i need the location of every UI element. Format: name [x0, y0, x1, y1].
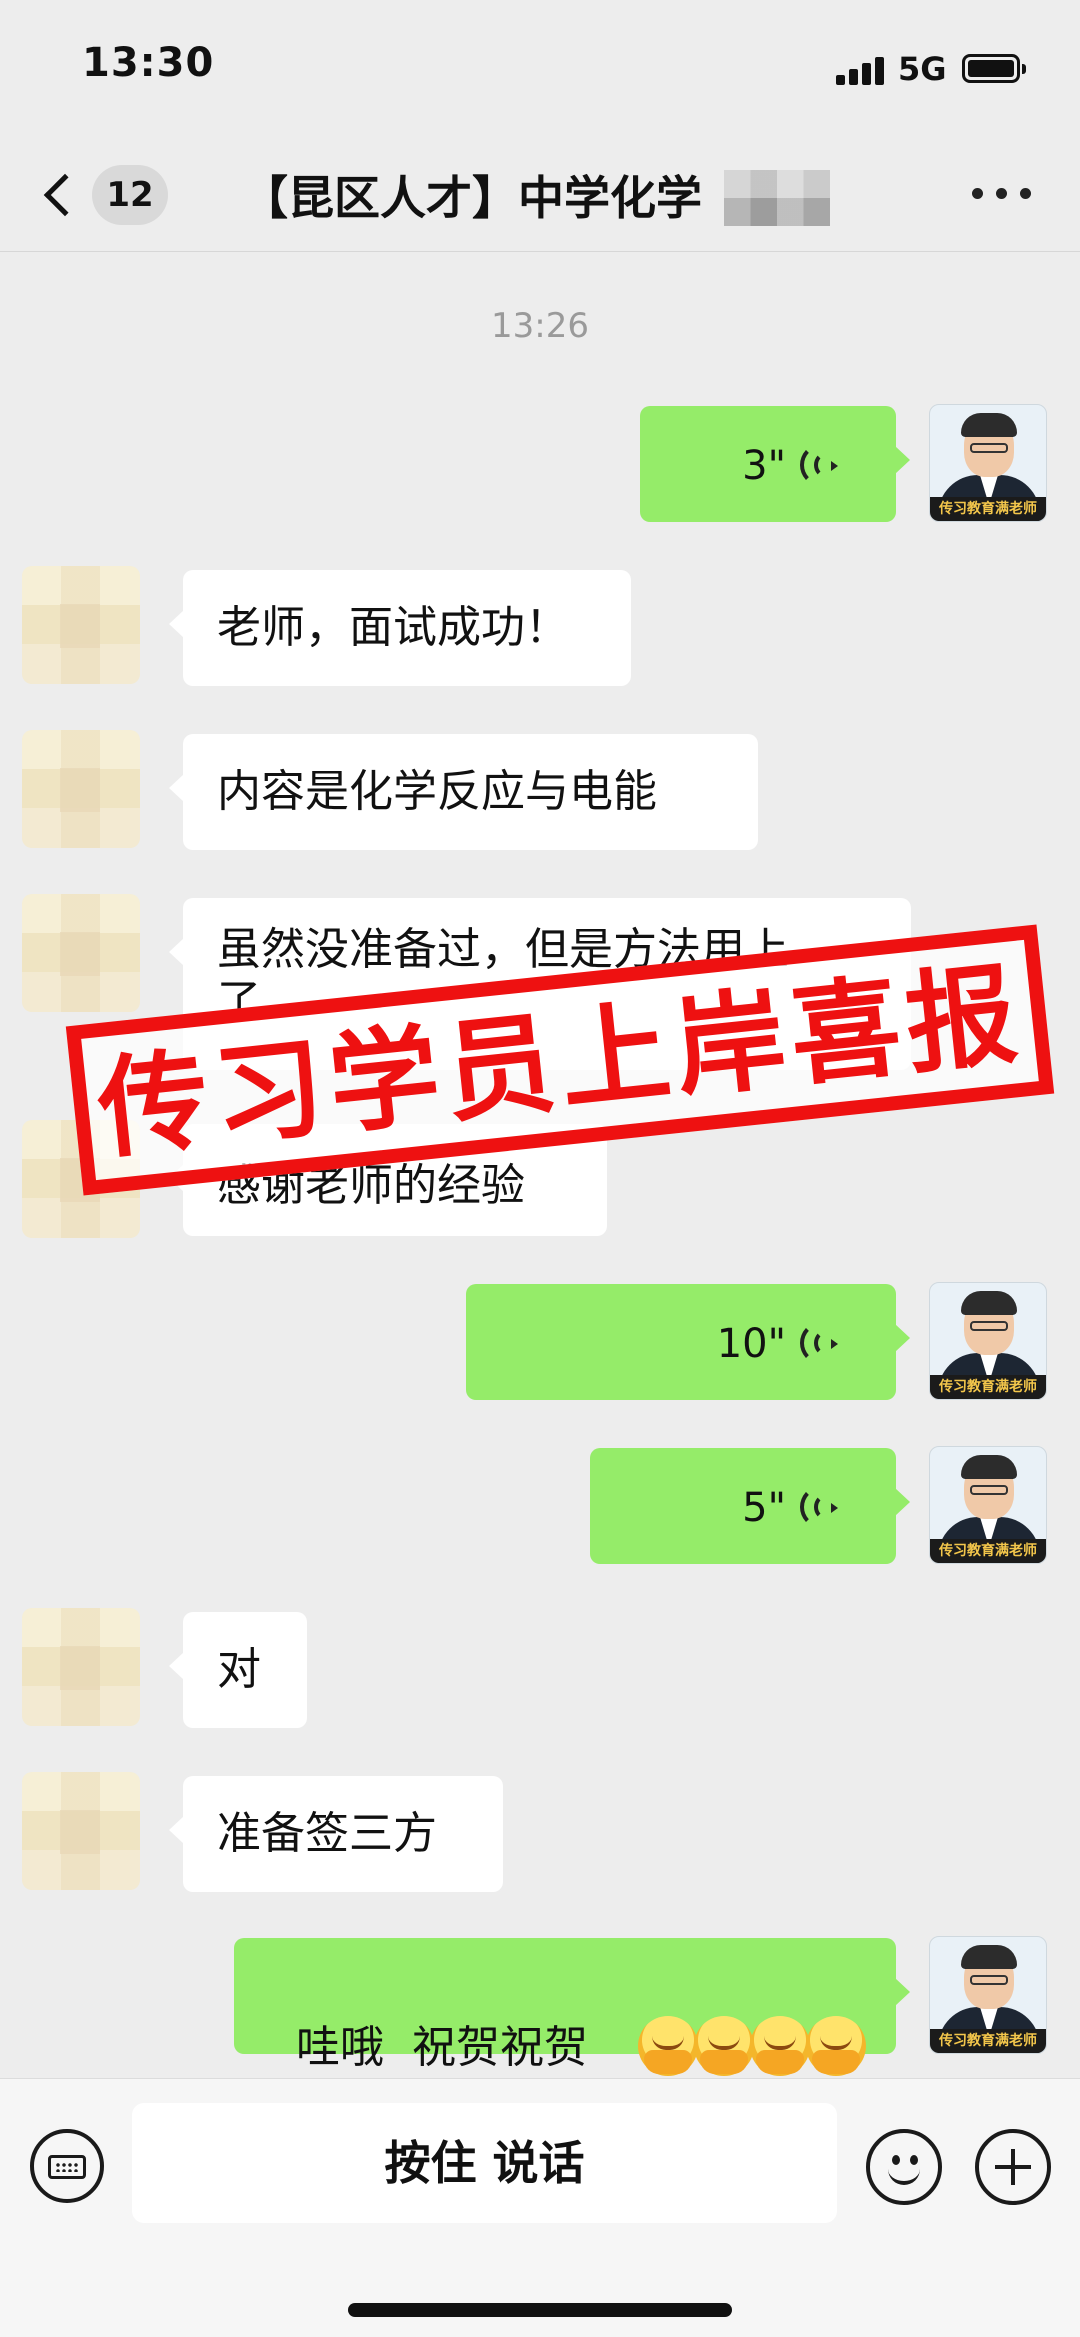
plus-icon[interactable]	[975, 2129, 1051, 2205]
voice-wave-icon	[800, 444, 844, 486]
battery-icon	[962, 54, 1026, 83]
message-text: 老师，面试成功！	[217, 602, 569, 653]
text-message-bubble[interactable]: 对	[169, 1612, 307, 1728]
voice-duration: 3"	[742, 443, 786, 489]
chevron-left-icon[interactable]	[43, 173, 87, 217]
applause-face-emoji	[694, 2016, 754, 2076]
message-text: 对	[217, 1644, 261, 1695]
student-avatar[interactable]	[22, 566, 140, 684]
voice-message-bubble[interactable]: 3"	[640, 406, 910, 522]
text-message-bubble[interactable]: 准备签三方	[169, 1776, 503, 1892]
voice-wave-icon	[800, 1322, 844, 1364]
smiley-icon[interactable]	[866, 2129, 942, 2205]
voice-message-bubble[interactable]: 5"	[590, 1448, 910, 1564]
chat-title: 【昆区人才】中学化学	[242, 171, 702, 225]
text-message-bubble[interactable]: 老师，面试成功！	[169, 570, 631, 686]
applause-face-emoji	[806, 2016, 866, 2076]
avatar-caption: 传习教育满老师	[930, 1539, 1046, 1563]
avatar-caption: 传习教育满老师	[930, 2029, 1046, 2053]
teacher-avatar[interactable]: 传习教育满老师	[929, 1446, 1047, 1564]
ellipsis-icon[interactable]	[972, 188, 1032, 202]
text-message-bubble[interactable]: 哇哦 祝贺祝贺	[234, 1938, 910, 2076]
emoji-group	[586, 1964, 866, 2076]
network-type: 5G	[898, 50, 947, 88]
unread-count-badge[interactable]: 12	[92, 165, 168, 225]
applause-face-emoji	[638, 2016, 698, 2076]
student-avatar[interactable]	[22, 730, 140, 848]
message-timestamp: 13:26	[491, 306, 589, 346]
status-bar: 13:30 5G	[0, 0, 1080, 140]
hold-to-talk-button[interactable]: 按住 说话	[132, 2103, 837, 2223]
keyboard-icon[interactable]	[30, 2129, 104, 2203]
teacher-avatar[interactable]: 传习教育满老师	[929, 1936, 1047, 2054]
home-indicator[interactable]	[348, 2303, 732, 2317]
status-time: 13:30	[82, 40, 215, 86]
voice-duration: 10"	[716, 1321, 786, 1367]
teacher-avatar[interactable]: 传习教育满老师	[929, 1282, 1047, 1400]
student-avatar[interactable]	[22, 1608, 140, 1726]
teacher-avatar[interactable]: 传习教育满老师	[929, 404, 1047, 522]
chat-header: 12 【昆区人才】中学化学	[0, 140, 1080, 252]
applause-face-emoji	[750, 2016, 810, 2076]
chat-input-bar: 按住 说话	[0, 2078, 1080, 2337]
text-message-bubble[interactable]: 内容是化学反应与电能	[169, 734, 758, 850]
cellular-signal-icon	[836, 55, 886, 85]
title-redaction-mosaic	[724, 170, 830, 226]
avatar-caption: 传习教育满老师	[930, 497, 1046, 521]
student-avatar[interactable]	[22, 894, 140, 1012]
voice-message-bubble[interactable]: 10"	[466, 1284, 910, 1400]
student-avatar[interactable]	[22, 1772, 140, 1890]
message-text: 哇哦 祝贺祝贺	[295, 2022, 588, 2073]
message-text: 准备签三方	[217, 1808, 437, 1859]
message-text: 内容是化学反应与电能	[217, 766, 657, 817]
voice-wave-icon	[800, 1486, 844, 1528]
avatar-caption: 传习教育满老师	[930, 1375, 1046, 1399]
voice-duration: 5"	[742, 1485, 786, 1531]
